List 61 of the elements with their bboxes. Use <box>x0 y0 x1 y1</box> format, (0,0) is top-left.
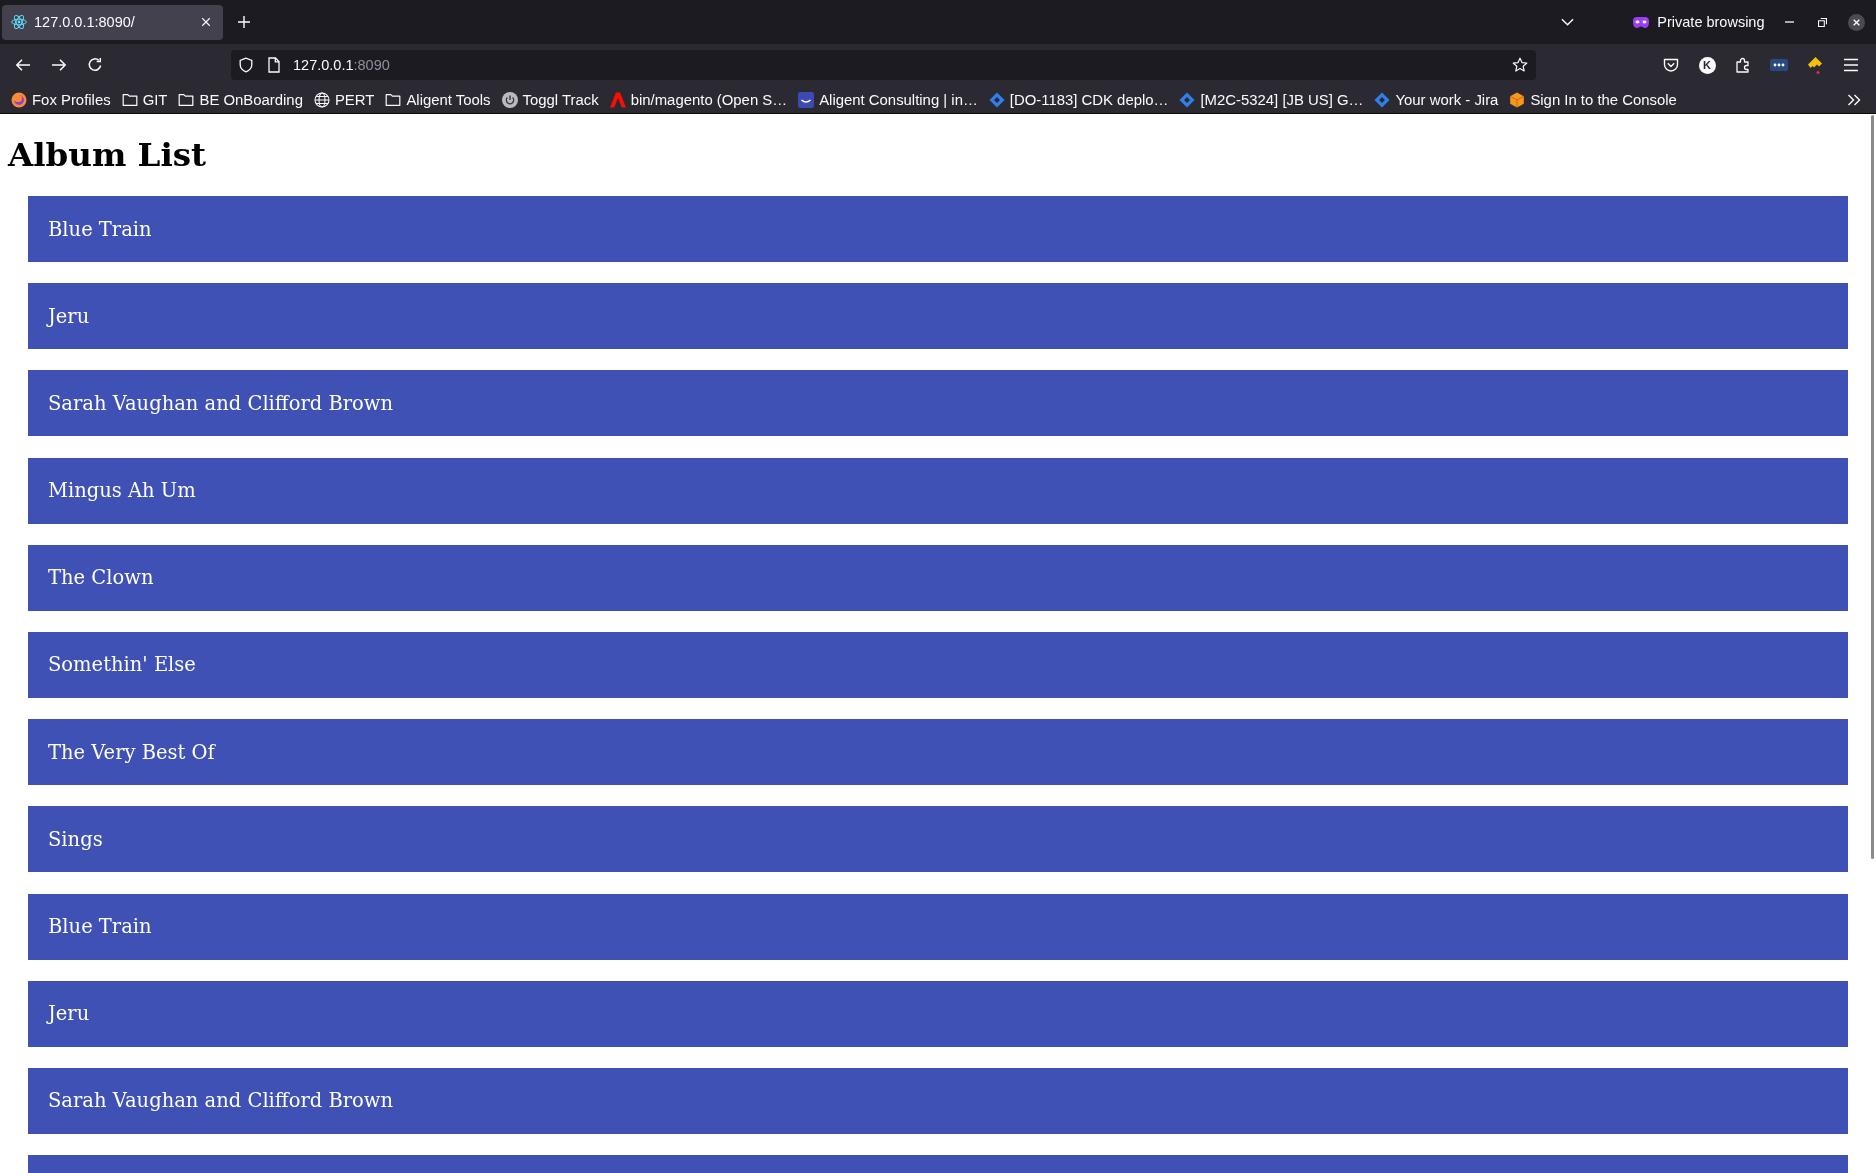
bookmark-item[interactable]: [M2C-5324] [JB US] G… <box>1177 91 1366 108</box>
album-item[interactable]: Sings <box>28 806 1848 873</box>
atom-icon <box>11 14 27 30</box>
restore-icon[interactable] <box>1818 17 1828 27</box>
star-icon[interactable] <box>1512 57 1528 73</box>
puzzle-icon[interactable] <box>1735 57 1751 73</box>
extension-button[interactable]: K <box>1698 56 1716 74</box>
diamond-icon <box>988 91 1005 108</box>
reload-icon[interactable] <box>87 57 103 73</box>
chevron-down-icon[interactable] <box>1561 18 1575 26</box>
album-item[interactable]: The Clown <box>28 544 1848 611</box>
bookmark-item[interactable]: Toggl Track <box>499 91 601 108</box>
bookmark-item[interactable]: Aligent Consulting | in… <box>796 91 980 108</box>
minimize-icon[interactable] <box>1784 21 1794 23</box>
browser-tab[interactable]: 127.0.0.1:8090/ <box>2 4 223 40</box>
key-icon[interactable] <box>1806 55 1824 75</box>
album-item[interactable]: Mingus Ah Um <box>28 457 1848 524</box>
album-item[interactable]: Blue Train <box>28 893 1848 960</box>
diamond-icon <box>1374 91 1391 108</box>
double-chevron-icon[interactable] <box>1847 92 1861 107</box>
bookmark-item[interactable]: GIT <box>119 91 170 108</box>
globe-icon <box>313 91 330 108</box>
back-arrow-icon[interactable] <box>15 57 31 73</box>
bookmark-item[interactable]: BE OnBoarding <box>176 91 305 108</box>
folder-icon <box>178 91 195 108</box>
close-icon[interactable] <box>201 17 211 27</box>
bookmark-item[interactable]: Aligent Tools <box>383 91 493 108</box>
triangle-logo-icon <box>609 91 626 108</box>
album-item[interactable]: Sarah Vaughan and Clifford Brown <box>28 1067 1848 1134</box>
pouch-icon[interactable] <box>1663 57 1679 73</box>
cube-icon <box>1509 91 1526 108</box>
bookmark-item[interactable]: bin/magento (Open S… <box>607 91 790 108</box>
shield-icon[interactable] <box>238 57 254 73</box>
scrollbar-thumb[interactable] <box>1871 115 1874 859</box>
address-bar[interactable]: 127.0.0.1:8090 <box>231 50 1536 80</box>
close-icon[interactable] <box>1847 13 1865 31</box>
album-item[interactable]: The Very Best Of <box>28 719 1848 786</box>
album-item[interactable]: Jeru <box>28 980 1848 1047</box>
album-item[interactable]: Blue Train <box>28 196 1848 262</box>
power-icon <box>501 91 518 108</box>
bookmark-item[interactable]: Sign In to the Console <box>1507 91 1679 108</box>
logo-icon <box>11 91 27 108</box>
bookmark-item[interactable]: Your work - Jira <box>1372 91 1501 108</box>
album-item[interactable]: Somethin' Else <box>28 631 1848 698</box>
mask-icon <box>1633 16 1650 28</box>
page-icon[interactable] <box>266 57 282 73</box>
folder-icon <box>385 91 402 108</box>
menu-icon[interactable] <box>1843 57 1859 73</box>
diamond-icon <box>1179 91 1196 108</box>
album-item[interactable]: Jeru <box>28 283 1848 350</box>
dots-icon[interactable] <box>1770 59 1788 71</box>
bookmark-item[interactable]: [DO-1183] CDK deplo… <box>986 91 1171 108</box>
forward-arrow-icon[interactable] <box>51 57 67 73</box>
page-heading: Album List <box>8 134 207 175</box>
folder-icon <box>121 91 138 108</box>
bookmark-item[interactable]: PERT <box>311 91 377 108</box>
album-item[interactable]: Sarah Vaughan and Clifford Brown <box>28 370 1848 437</box>
plus-icon[interactable] <box>237 15 251 29</box>
bookmark-item[interactable]: Fox Profiles <box>9 91 113 108</box>
smile-icon <box>798 91 815 108</box>
private-browsing-label: Private browsing <box>1657 14 1765 30</box>
